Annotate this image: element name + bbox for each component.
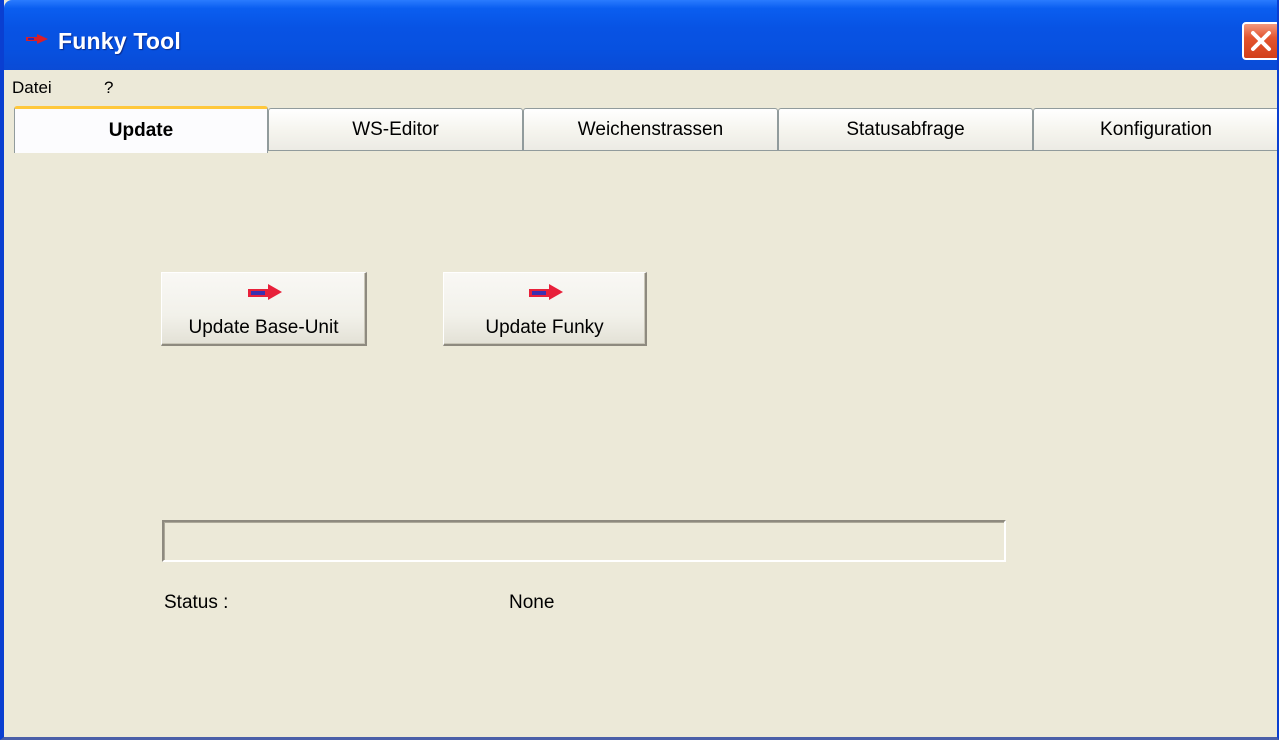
status-value: None [509, 592, 555, 613]
button-label: Update Base-Unit [188, 317, 339, 338]
status-label: Status : [164, 592, 229, 613]
tab-ws-editor[interactable]: WS-Editor [268, 108, 523, 150]
tab-label: Weichenstrassen [577, 118, 724, 140]
tab-label: WS-Editor [352, 118, 439, 140]
close-button[interactable] [1242, 22, 1277, 60]
menu-bar: Datei ? [8, 70, 1277, 106]
tab-konfiguration[interactable]: Konfiguration [1033, 108, 1277, 150]
tab-weichenstrassen[interactable]: Weichenstrassen [523, 108, 778, 150]
arrow-right-icon [248, 284, 282, 300]
update-base-unit-button[interactable]: Update Base-Unit [161, 272, 367, 346]
window-title: Funky Tool [58, 28, 181, 54]
arrow-right-icon [529, 284, 563, 300]
app-window: Funky Tool Datei ? Update WS-Editor Weic… [0, 0, 1279, 740]
close-icon [1251, 31, 1271, 51]
tab-label: Konfiguration [1100, 118, 1212, 140]
update-funky-button[interactable]: Update Funky [443, 272, 647, 346]
menu-datei[interactable]: Datei [12, 78, 52, 98]
tab-panel-border [266, 150, 1277, 151]
funky-app-icon [26, 34, 48, 44]
button-label: Update Funky [485, 317, 604, 338]
menu-help[interactable]: ? [104, 78, 113, 98]
tab-statusabfrage[interactable]: Statusabfrage [778, 108, 1033, 150]
tab-label: Update [108, 120, 174, 141]
tab-update[interactable]: Update [14, 106, 268, 153]
title-bar[interactable]: Funky Tool [4, 0, 1277, 70]
tab-label: Statusabfrage [846, 118, 965, 140]
update-progress-bar [162, 520, 1006, 562]
